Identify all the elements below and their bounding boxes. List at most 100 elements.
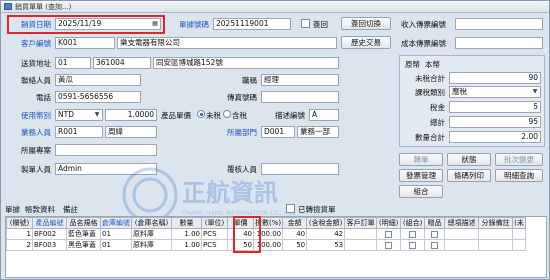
- amount-tax-cell[interactable]: 53: [306, 239, 346, 251]
- combine-checkbox[interactable]: [409, 230, 417, 238]
- ship-zip-field[interactable]: 361004: [93, 57, 151, 69]
- tax-type-select[interactable]: 應稅 ▼: [449, 86, 541, 98]
- col-header[interactable]: (單位): [201, 217, 228, 229]
- calendar-icon[interactable]: ▦: [151, 20, 159, 28]
- tax-excl-radio[interactable]: [197, 110, 205, 118]
- detail-query-button[interactable]: 明細查詢: [495, 169, 543, 182]
- tab-local-currency[interactable]: 本幣: [425, 59, 440, 70]
- barcode-print-button[interactable]: 條碼列印: [447, 169, 491, 182]
- col-header[interactable]: (明細): [376, 217, 402, 229]
- gift-cell[interactable]: [424, 228, 446, 240]
- customer-order-cell[interactable]: [344, 228, 378, 240]
- customer-code-field[interactable]: K001: [55, 37, 115, 49]
- col-header[interactable]: 金額: [282, 217, 308, 229]
- tax-incl-radio[interactable]: [223, 110, 231, 118]
- unit-cell[interactable]: PCS: [201, 239, 228, 251]
- chevron-down-icon[interactable]: ▼: [93, 111, 101, 119]
- desc-cell[interactable]: [444, 228, 480, 240]
- combine-checkbox[interactable]: [409, 241, 417, 249]
- dept-name-field[interactable]: 業務一部: [297, 126, 339, 138]
- warehouse-code-cell[interactable]: 01: [100, 239, 132, 251]
- gift-checkbox[interactable]: [431, 230, 439, 238]
- col-header[interactable]: 分錄備註: [478, 217, 514, 229]
- combine-cell[interactable]: [400, 228, 426, 240]
- detail-checkbox[interactable]: [385, 230, 393, 238]
- status-button[interactable]: 狀態: [447, 153, 491, 166]
- phone-field[interactable]: 0591-5656556: [55, 91, 141, 103]
- dept-code-field[interactable]: D001: [261, 126, 295, 138]
- desc-code-field[interactable]: A: [309, 109, 339, 121]
- product-code-cell[interactable]: BF002: [32, 228, 67, 240]
- col-header[interactable]: (含稅金額): [306, 217, 346, 229]
- detail-cell[interactable]: [376, 228, 402, 240]
- desc-cell[interactable]: [444, 239, 480, 251]
- total-field[interactable]: 95: [449, 116, 541, 128]
- col-header[interactable]: (組合): [400, 217, 426, 229]
- gift-checkbox[interactable]: [431, 241, 439, 249]
- invoice-mgmt-button[interactable]: 發票管理: [399, 169, 443, 182]
- amount-tax-cell[interactable]: 42: [306, 228, 346, 240]
- project-field[interactable]: [55, 144, 157, 156]
- sales-code-field[interactable]: R001: [55, 126, 103, 138]
- tab-account-data[interactable]: 帳款資料: [25, 204, 55, 215]
- tab-document[interactable]: 單據: [5, 204, 20, 215]
- return-switch-button[interactable]: 簽回切換: [341, 17, 391, 30]
- detail-checkbox[interactable]: [385, 241, 393, 249]
- product-code-cell[interactable]: BF003: [32, 239, 67, 251]
- col-header[interactable]: 總項描述: [444, 217, 480, 229]
- col-header[interactable]: 贈品: [424, 217, 446, 229]
- product-name-cell[interactable]: 黑色筆蓋: [66, 239, 101, 251]
- batch-change-button[interactable]: 批次變更: [495, 153, 543, 166]
- unit-cell[interactable]: PCS: [201, 228, 228, 240]
- history-button[interactable]: 歷史交易: [341, 36, 391, 49]
- col-header[interactable]: (未: [512, 217, 526, 229]
- ship-addr-code-field[interactable]: 01: [55, 57, 91, 69]
- warehouse-name-cell[interactable]: 原料庫: [131, 239, 172, 251]
- pretax-field[interactable]: 90: [449, 72, 541, 84]
- rate-field[interactable]: 1.0000: [105, 109, 157, 121]
- sale-date-field[interactable]: 2025/11/19 ▦: [55, 18, 161, 30]
- gift-cell[interactable]: [424, 239, 446, 251]
- qty-total-field[interactable]: 2.00: [449, 131, 541, 143]
- product-name-cell[interactable]: 藍色筆蓋: [66, 228, 101, 240]
- table-row[interactable]: 1 BF002 藍色筆蓋 01 原料庫 1.00 PCS 40 100.00 4…: [6, 228, 526, 240]
- chevron-down-icon[interactable]: ▼: [531, 88, 539, 96]
- qty-cell[interactable]: 1.00: [171, 239, 202, 251]
- tab-original-currency[interactable]: 原幣: [405, 59, 420, 70]
- row-no[interactable]: 1: [6, 228, 33, 240]
- col-header[interactable]: 倉庫編號: [100, 217, 132, 229]
- tax-field[interactable]: 5: [449, 101, 541, 113]
- entry-note-cell[interactable]: [478, 239, 514, 251]
- col-header[interactable]: 產品編號: [32, 217, 67, 229]
- col-header[interactable]: 品名規格: [66, 217, 101, 229]
- currency-select[interactable]: NTD ▼: [55, 109, 103, 121]
- amount-cell[interactable]: 40: [282, 228, 308, 240]
- customer-name-field[interactable]: 樂支電器有限公司: [117, 37, 337, 49]
- qty-cell[interactable]: 1.00: [171, 228, 202, 240]
- transfer-button[interactable]: 轉單: [399, 153, 443, 166]
- row-no[interactable]: 2: [6, 239, 33, 251]
- entry-note-cell[interactable]: [478, 228, 514, 240]
- order-no-field[interactable]: 20251119001: [213, 18, 291, 30]
- warehouse-code-cell[interactable]: 01: [100, 228, 132, 240]
- receipt-no-field[interactable]: [455, 18, 543, 30]
- combine-button[interactable]: 組合: [399, 185, 443, 198]
- overflow-cell[interactable]: [512, 239, 526, 251]
- table-row[interactable]: 2 BF003 黑色筆蓋 01 原料庫 1.00 PCS 50 100.00 5…: [6, 239, 526, 251]
- detail-cell[interactable]: [376, 239, 402, 251]
- converted-checkbox[interactable]: [286, 204, 295, 213]
- title-field[interactable]: 經理: [261, 74, 339, 86]
- return-checkbox[interactable]: [301, 19, 310, 28]
- amount-cell[interactable]: 50: [282, 239, 308, 251]
- contact-field[interactable]: 黃瓜: [55, 74, 141, 86]
- tab-notes[interactable]: 備註: [63, 204, 78, 215]
- fax-field[interactable]: [261, 91, 339, 103]
- cost-no-field[interactable]: [455, 37, 543, 49]
- col-header[interactable]: (倉庫名稱): [131, 217, 172, 229]
- sales-name-field[interactable]: 周緯: [105, 126, 157, 138]
- col-header[interactable]: 客戶訂單: [344, 217, 378, 229]
- ship-addr-field[interactable]: 同安區博城路152號: [153, 57, 339, 69]
- col-header[interactable]: (欄號): [6, 217, 33, 229]
- warehouse-name-cell[interactable]: 原料庫: [131, 228, 172, 240]
- col-header[interactable]: 數量: [171, 217, 202, 229]
